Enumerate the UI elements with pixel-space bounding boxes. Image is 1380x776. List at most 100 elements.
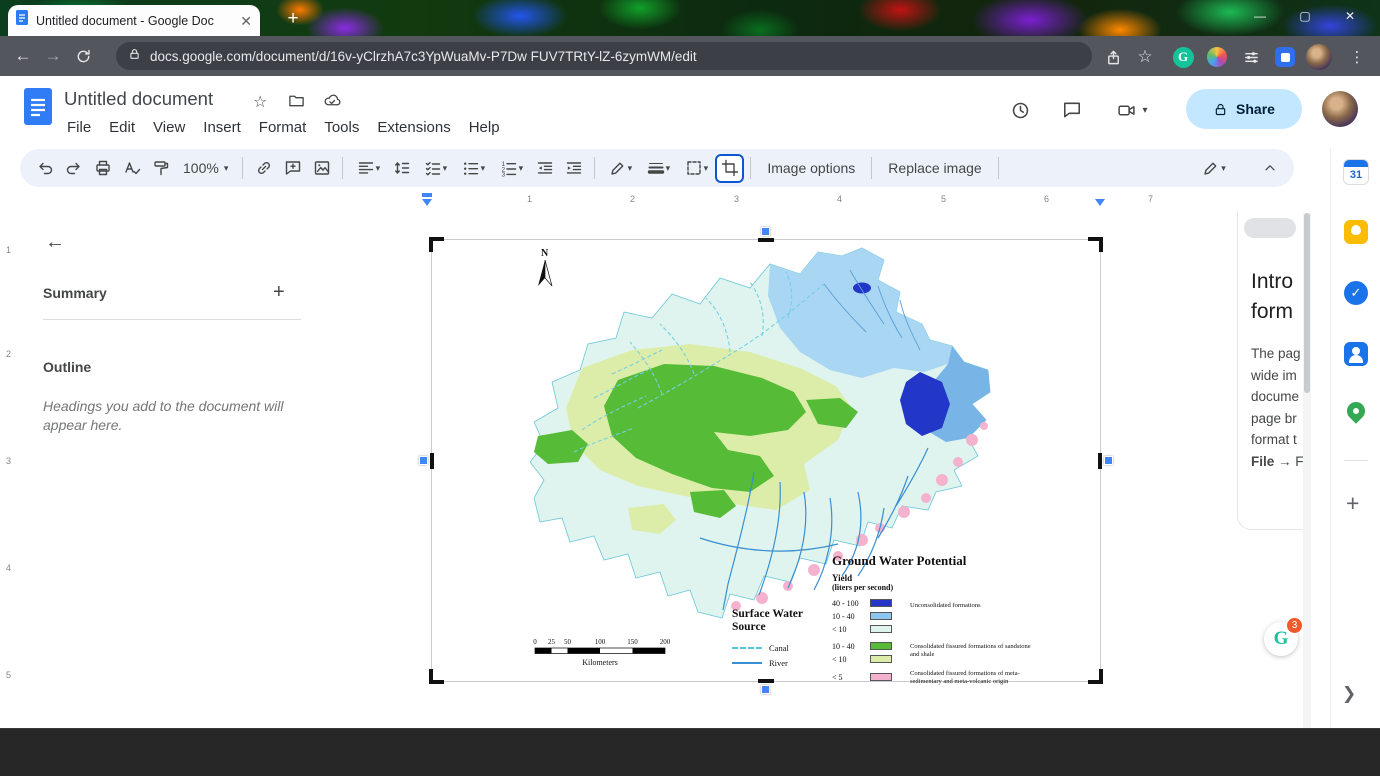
increase-indent-button[interactable]	[559, 154, 588, 183]
bookmark-star-icon[interactable]: ☆	[1132, 44, 1158, 70]
get-add-ons-button[interactable]: +	[1346, 490, 1359, 517]
menu-file[interactable]: File	[58, 116, 100, 139]
account-avatar[interactable]	[1322, 91, 1358, 127]
insert-image-button[interactable]	[307, 154, 336, 183]
window-minimize-button[interactable]: —	[1245, 9, 1275, 23]
join-call-button[interactable]: ▾	[1104, 90, 1160, 130]
menu-format[interactable]: Format	[250, 116, 316, 139]
tasks-icon[interactable]: ✓	[1342, 279, 1370, 307]
crop-handle-right[interactable]	[1098, 453, 1102, 469]
resize-handle-right[interactable]	[1104, 456, 1113, 465]
menu-tools[interactable]: Tools	[315, 116, 368, 139]
new-tab-button[interactable]: +	[282, 8, 304, 30]
document-title[interactable]: Untitled document	[64, 88, 213, 110]
scrollbar-thumb[interactable]	[1304, 213, 1310, 393]
border-weight-button[interactable]: ▾	[639, 154, 677, 183]
legend-group-label: Unconsolidated formations	[910, 602, 1038, 610]
panel-scrollbar-thumb[interactable]	[1244, 218, 1296, 238]
docs-toolbar: 100%▾ ▾ ▾ ▾ 123▾ ▾ ▾ ▾ Image options Rep…	[20, 149, 1294, 187]
crop-handle-top[interactable]	[758, 238, 774, 242]
keep-icon[interactable]	[1342, 218, 1370, 246]
comment-history-icon[interactable]	[1052, 90, 1092, 130]
calendar-icon[interactable]: 31	[1342, 158, 1370, 186]
browser-menu-kebab-icon[interactable]: ⋮	[1344, 44, 1370, 70]
undo-button[interactable]	[30, 154, 59, 183]
checklist-button[interactable]: ▾	[416, 154, 454, 183]
back-button[interactable]: ←	[8, 41, 38, 71]
legend-group-label: Consolidated fissured formations of meta…	[910, 670, 1038, 685]
selected-map-image[interactable]: N 0 25 50 100 150 200 Kilometers Ground …	[432, 240, 1100, 681]
crop-handle-bottom-right[interactable]	[1088, 669, 1103, 684]
contacts-icon[interactable]	[1342, 340, 1370, 368]
docs-app-icon[interactable]	[24, 88, 53, 131]
menu-view[interactable]: View	[144, 116, 194, 139]
resize-handle-top[interactable]	[761, 227, 770, 236]
hide-menus-button[interactable]	[1255, 154, 1284, 183]
share-button[interactable]: Share	[1186, 89, 1302, 129]
maps-icon[interactable]	[1342, 400, 1370, 428]
spelling-check-button[interactable]	[117, 154, 146, 183]
tab-close-icon[interactable]: ✕	[240, 14, 252, 28]
menu-extensions[interactable]: Extensions	[368, 116, 459, 139]
menu-insert[interactable]: Insert	[194, 116, 250, 139]
legend-row: < 10	[832, 654, 892, 664]
crop-handle-top-right[interactable]	[1088, 237, 1103, 252]
crop-handle-bottom-left[interactable]	[429, 669, 444, 684]
right-margin-marker[interactable]	[1095, 199, 1105, 206]
browser-profile-avatar[interactable]	[1306, 44, 1332, 70]
toolbar-separator	[242, 157, 243, 179]
share-page-icon[interactable]	[1100, 44, 1126, 70]
markup-pen-button[interactable]: ▾	[1195, 154, 1233, 183]
document-tab[interactable]: Untitled document - Google Doc ✕	[8, 5, 260, 36]
align-button[interactable]: ▾	[349, 154, 387, 183]
extension-sliders-icon[interactable]	[1238, 44, 1264, 70]
image-options-button[interactable]: Image options	[757, 154, 865, 182]
insert-link-button[interactable]	[249, 154, 278, 183]
grammarly-floating-button[interactable]: G 3	[1264, 622, 1298, 656]
crop-handle-top-left[interactable]	[429, 237, 444, 252]
line-spacing-button[interactable]	[387, 154, 416, 183]
add-summary-button[interactable]: +	[273, 281, 285, 304]
left-margin-marker[interactable]	[422, 199, 432, 206]
border-color-pen-button[interactable]: ▾	[601, 154, 639, 183]
menu-edit[interactable]: Edit	[100, 116, 144, 139]
print-button[interactable]	[88, 154, 117, 183]
panel-heading-fragment: Intro	[1251, 267, 1293, 297]
zoom-select[interactable]: 100%▾	[175, 154, 236, 182]
version-history-icon[interactable]	[1000, 90, 1040, 130]
horizontal-ruler[interactable]: 1 2 3 4 5 6 7	[325, 190, 1310, 213]
add-comment-button[interactable]	[278, 154, 307, 183]
star-document-icon[interactable]: ☆	[253, 92, 267, 112]
resize-handle-bottom[interactable]	[761, 685, 770, 694]
window-close-button[interactable]: ✕	[1335, 9, 1365, 23]
menu-help[interactable]: Help	[460, 116, 509, 139]
crop-handle-bottom[interactable]	[758, 679, 774, 683]
ruler-mark: 4	[6, 563, 11, 573]
move-folder-icon[interactable]	[288, 92, 305, 114]
bulleted-list-button[interactable]: ▾	[454, 154, 492, 183]
divider	[1344, 460, 1368, 461]
crop-image-button[interactable]	[715, 154, 744, 183]
summary-label: Summary	[43, 285, 107, 301]
first-line-indent-marker[interactable]	[422, 193, 432, 197]
cloud-status-icon[interactable]	[323, 92, 341, 114]
decrease-indent-button[interactable]	[530, 154, 559, 183]
side-document-panel[interactable]: Intro form The pag wide im docume page b…	[1237, 211, 1303, 530]
resize-handle-left[interactable]	[419, 456, 428, 465]
reload-button[interactable]	[68, 41, 98, 71]
address-bar[interactable]: docs.google.com/document/d/16v-yClrzhA7c…	[116, 42, 1092, 70]
grammarly-extension-icon[interactable]: G	[1170, 44, 1196, 70]
forward-button[interactable]: →	[38, 41, 68, 71]
redo-button[interactable]	[59, 154, 88, 183]
window-maximize-button[interactable]: ▢	[1290, 9, 1320, 23]
ruler-mark: 1	[6, 245, 11, 255]
paint-format-button[interactable]	[146, 154, 175, 183]
crop-handle-left[interactable]	[430, 453, 434, 469]
border-dash-button[interactable]: ▾	[677, 154, 715, 183]
extension-blue-icon[interactable]	[1272, 44, 1298, 70]
expand-panel-chevron-icon[interactable]: ❯	[1342, 684, 1356, 704]
extension-colorful-icon[interactable]	[1204, 44, 1230, 70]
close-outline-back-arrow-icon[interactable]: ←	[45, 231, 65, 254]
replace-image-button[interactable]: Replace image	[878, 154, 991, 182]
numbered-list-button[interactable]: 123▾	[492, 154, 530, 183]
